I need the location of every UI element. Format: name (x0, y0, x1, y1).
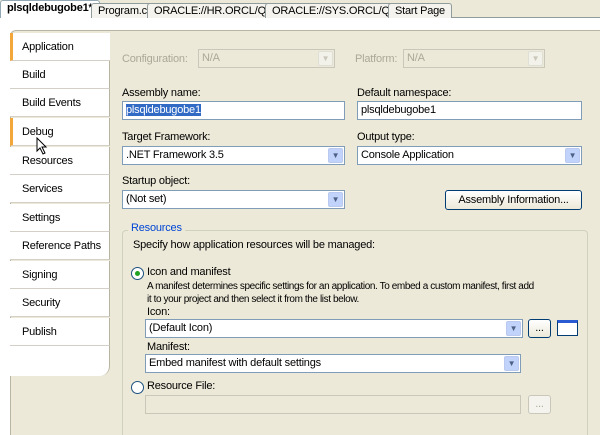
icon-manifest-label: Icon and manifest (147, 266, 231, 278)
icon-value: (Default Icon) (149, 322, 213, 334)
manifest-description-2: it to your project and then select it fr… (147, 294, 359, 305)
target-framework-value: .NET Framework 3.5 (126, 149, 224, 161)
sidebar-item-build-events[interactable]: Build Events (10, 89, 110, 117)
resource-file-browse-button[interactable]: ... (528, 395, 551, 414)
sidebar-item-signing[interactable]: Signing (10, 261, 110, 289)
startup-object-select[interactable]: (Not set) ▼ (122, 190, 345, 209)
document-tab-strip: plsqldebugobe1* Program.cs ORACLE://HR.O… (0, 0, 600, 19)
manifest-select[interactable]: Embed manifest with default settings ▼ (145, 354, 521, 373)
configuration-label: Configuration: (122, 53, 188, 65)
sidebar-item-settings[interactable]: Settings (10, 204, 110, 232)
sidebar-item-reference-paths[interactable]: Reference Paths (10, 232, 110, 260)
resource-file-input[interactable] (145, 395, 521, 414)
manifest-description-1: A manifest determines specific settings … (147, 281, 534, 292)
startup-object-value: (Not set) (126, 193, 167, 205)
tab-project[interactable]: plsqldebugobe1* (0, 0, 100, 19)
chevron-down-icon: ▼ (565, 148, 580, 163)
mouse-cursor-icon (36, 137, 48, 155)
chevron-down-icon: ▼ (506, 321, 521, 336)
default-namespace-input[interactable]: plsqldebugobe1 (357, 101, 582, 120)
configuration-value: N/A (202, 52, 220, 64)
chevron-down-icon: ▼ (328, 192, 343, 207)
startup-object-label: Startup object: (122, 175, 190, 187)
chevron-down-icon: ▼ (528, 51, 543, 66)
sidebar-item-security[interactable]: Security (10, 289, 110, 317)
sidebar-item-debug[interactable]: Debug (10, 118, 110, 146)
tab-start-page[interactable]: Start Page (388, 3, 452, 18)
assembly-name-label: Assembly name: (122, 87, 201, 99)
icon-select[interactable]: (Default Icon) ▼ (145, 319, 523, 338)
icon-preview (557, 320, 578, 336)
resource-file-label: Resource File: (147, 380, 216, 392)
platform-label: Platform: (355, 53, 398, 65)
platform-select[interactable]: N/A ▼ (403, 49, 545, 68)
icon-label: Icon: (147, 306, 170, 318)
sidebar-item-application[interactable]: Application (10, 33, 110, 61)
sidebar-item-build[interactable]: Build (10, 61, 110, 89)
output-type-value: Console Application (361, 149, 454, 161)
sidebar-bottom (10, 346, 110, 376)
manifest-value: Embed manifest with default settings (149, 357, 321, 369)
chevron-down-icon: ▼ (318, 51, 333, 66)
resources-intro: Specify how application resources will b… (133, 239, 375, 251)
resource-file-radio[interactable] (131, 381, 144, 394)
sidebar-item-publish[interactable]: Publish (10, 318, 110, 346)
assembly-information-button[interactable]: Assembly Information... (445, 190, 582, 210)
configuration-select[interactable]: N/A ▼ (198, 49, 335, 68)
sidebar-item-services[interactable]: Services (10, 175, 110, 203)
resources-legend: Resources (128, 222, 185, 234)
assembly-name-input[interactable]: plsqldebugobe1 (122, 101, 345, 120)
assembly-name-value: plsqldebugobe1 (126, 104, 201, 116)
icon-manifest-radio[interactable] (131, 267, 144, 280)
output-type-select[interactable]: Console Application ▼ (357, 146, 582, 165)
default-namespace-label: Default namespace: (357, 87, 452, 99)
sidebar-item-resources[interactable]: Resources (10, 147, 110, 175)
chevron-down-icon: ▼ (328, 148, 343, 163)
chevron-down-icon: ▼ (504, 356, 519, 371)
output-type-label: Output type: (357, 131, 415, 143)
platform-value: N/A (407, 52, 425, 64)
target-framework-select[interactable]: .NET Framework 3.5 ▼ (122, 146, 345, 165)
manifest-label: Manifest: (147, 341, 190, 353)
target-framework-label: Target Framework: (122, 131, 211, 143)
icon-browse-button[interactable]: ... (528, 319, 551, 338)
